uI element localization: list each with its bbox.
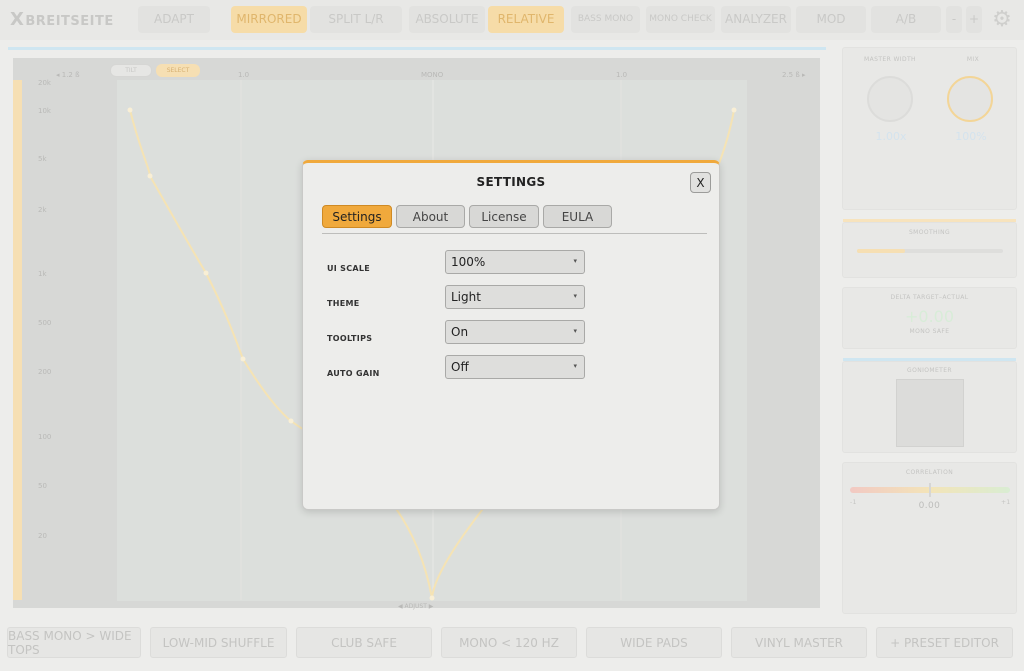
chevron-down-icon: ▾ (573, 292, 577, 300)
tab-divider (322, 233, 707, 234)
chevron-down-icon: ▾ (573, 362, 577, 370)
master-width-knob[interactable] (867, 76, 913, 122)
curve-node[interactable] (429, 595, 435, 601)
delta-value: +0.00 (904, 307, 955, 326)
curve-node[interactable] (127, 107, 133, 113)
auto-gain-select[interactable]: Off ▾ (445, 355, 585, 379)
settings-tabs: Settings About License EULA (322, 205, 612, 228)
graph-adjust-hint: ◀ ADJUST ▶ (398, 603, 434, 610)
chevron-down-icon: ▾ (573, 327, 577, 335)
curve-node[interactable] (288, 418, 294, 424)
master-width-value: 1.00x (875, 130, 907, 143)
width-mix-panel: MASTER WIDTH MIX 1.00x 100% (842, 47, 1017, 210)
preset-club-safe[interactable]: CLUB SAFE (296, 627, 432, 658)
ui-scale-value: 100% (451, 255, 486, 269)
smoothing-slider[interactable] (857, 249, 1003, 253)
tab-settings[interactable]: Settings (322, 205, 392, 228)
auto-gain-value: Off (451, 360, 469, 374)
preset-wide-pads[interactable]: WIDE PADS (586, 627, 722, 658)
chevron-down-icon: ▾ (573, 257, 577, 265)
preset-low-mid-shuffle[interactable]: LOW-MID SHUFFLE (150, 627, 287, 658)
goniometer-panel: GONIOMETER (842, 361, 1017, 453)
settings-title: SETTINGS (476, 175, 546, 189)
correlation-panel: CORRELATION -1 +1 0.00 (842, 462, 1017, 614)
tooltips-label: TOOLTIPS (327, 334, 373, 343)
preset-editor-button[interactable]: + PRESET EDITOR (876, 627, 1013, 658)
correlation-needle (929, 483, 931, 497)
curve-node[interactable] (147, 173, 153, 179)
ui-scale-label: UI SCALE (327, 264, 371, 273)
tooltips-select[interactable]: On ▾ (445, 320, 585, 344)
preset-vinyl-master[interactable]: VINYL MASTER (731, 627, 867, 658)
close-button[interactable]: X (690, 172, 711, 193)
settings-dialog: SETTINGS X Settings About License EULA U… (302, 160, 720, 510)
delta-panel: DELTA TARGET–ACTUAL +0.00 MONO SAFE (842, 287, 1017, 349)
tab-license[interactable]: License (469, 205, 539, 228)
curve-node[interactable] (731, 107, 737, 113)
preset-mono-120hz[interactable]: MONO < 120 HZ (441, 627, 577, 658)
mix-label: MIX (966, 56, 980, 63)
tooltips-value: On (451, 325, 469, 339)
smoothing-fill (857, 249, 905, 253)
tab-about[interactable]: About (396, 205, 465, 228)
auto-gain-label: AUTO GAIN (327, 369, 380, 378)
goniometer-label: GONIOMETER (907, 367, 952, 374)
curve-node[interactable] (240, 356, 246, 362)
smoothing-label: SMOOTHING (908, 229, 951, 236)
correlation-value: 0.00 (918, 501, 941, 511)
mix-knob[interactable] (947, 76, 993, 122)
goniometer-display (896, 379, 964, 447)
theme-select[interactable]: Light ▾ (445, 285, 585, 309)
ui-scale-select[interactable]: 100% ▾ (445, 250, 585, 274)
smoothing-panel: SMOOTHING (842, 222, 1017, 278)
tab-eula[interactable]: EULA (543, 205, 612, 228)
curve-node[interactable] (203, 270, 209, 276)
mix-value: 100% (955, 130, 987, 143)
delta-unit: MONO SAFE (909, 328, 950, 335)
theme-label: THEME (327, 299, 360, 308)
delta-label: DELTA TARGET–ACTUAL (890, 294, 969, 301)
correlation-label: CORRELATION (905, 469, 954, 476)
master-width-label: MASTER WIDTH (864, 56, 916, 63)
preset-bass-mono-wide-tops[interactable]: BASS MONO > WIDE TOPS (7, 627, 141, 658)
theme-value: Light (451, 290, 481, 304)
